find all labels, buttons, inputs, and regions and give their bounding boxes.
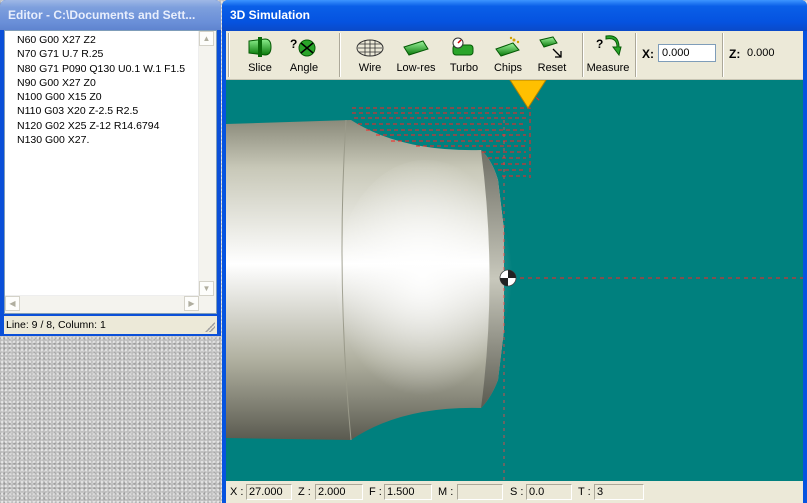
tool-insert-icon [509, 80, 547, 109]
measure-icon: ? [593, 35, 623, 61]
simulation-scene [226, 80, 803, 481]
scroll-up-icon[interactable]: ▲ [199, 31, 214, 46]
status-t-label: T : [578, 486, 591, 498]
toolbar-separator [635, 33, 637, 77]
status-t-value: 3 [594, 484, 644, 500]
reset-icon [537, 35, 567, 61]
simulation-status-bar: X : 27.000 Z : 2.000 F : 1.500 M : S : 0… [226, 481, 803, 503]
horizontal-scrollbar[interactable]: ◀ ▶ [5, 295, 199, 313]
angle-icon: ? [289, 35, 319, 61]
low-res-button[interactable]: Low-res [394, 34, 438, 78]
code-line[interactable]: N120 G02 X25 Z-12 R14.6794 [17, 119, 199, 133]
editor-window: Editor - C:\Documents and Sett... N60 G0… [0, 0, 221, 336]
code-line[interactable]: N130 G00 X27. [17, 133, 199, 147]
slice-button[interactable]: Slice [240, 34, 280, 78]
code-lines[interactable]: N60 G00 X27 Z2 N70 G71 U.7 R.25 N80 G71 P0… [5, 31, 199, 296]
turbo-icon [449, 35, 479, 61]
workpiece [226, 119, 516, 441]
svg-text:?: ? [290, 37, 297, 51]
wire-icon [355, 35, 385, 61]
editor-title[interactable]: Editor - C:\Documents and Sett... [0, 0, 221, 30]
simulation-title[interactable]: 3D Simulation [222, 0, 807, 31]
status-z-value: 2.000 [315, 484, 363, 500]
status-m-value [457, 484, 503, 500]
vertical-scrollbar[interactable]: ▲ ▼ [198, 31, 216, 296]
status-z-label: Z : [298, 486, 311, 498]
scroll-corner [199, 296, 216, 313]
svg-text:?: ? [596, 37, 603, 51]
simulation-viewport[interactable] [226, 80, 803, 481]
editor-status-bar: Line: 9 / 8, Column: 1 [4, 316, 217, 334]
scroll-left-icon[interactable]: ◀ [5, 296, 20, 311]
toolbar-separator [722, 33, 724, 77]
code-line[interactable]: N60 G00 X27 Z2 [17, 33, 199, 47]
z-coord-label: Z: [729, 47, 741, 61]
low-res-icon [401, 35, 431, 61]
status-x-label: X : [230, 486, 244, 498]
z-coord-input[interactable]: 0.000 [743, 44, 799, 62]
code-line[interactable]: N110 G03 X20 Z-2.5 R2.5 [17, 104, 199, 118]
code-line[interactable]: N90 G00 X27 Z0 [17, 76, 199, 90]
x-coord-input[interactable]: 0.000 [658, 44, 716, 62]
status-m-label: M : [438, 486, 454, 498]
status-s-value: 0.0 [526, 484, 572, 500]
origin-marker-icon [499, 269, 517, 287]
scroll-down-icon[interactable]: ▼ [199, 281, 214, 296]
code-line[interactable]: N70 G71 U.7 R.25 [17, 47, 199, 61]
editor-text-area[interactable]: N60 G00 X27 Z2 N70 G71 U.7 R.25 N80 G71 P0… [4, 30, 217, 314]
chips-icon [493, 35, 523, 61]
angle-button[interactable]: ? Angle [284, 34, 324, 78]
simulation-toolbar: Slice ? Angle Wire Low-res Turbo Chips R… [226, 31, 803, 80]
status-s-label: S : [510, 486, 524, 498]
scroll-right-icon[interactable]: ▶ [184, 296, 199, 311]
measure-button[interactable]: ? Measure [586, 34, 630, 78]
x-coord-label: X: [642, 47, 654, 61]
chips-button[interactable]: Chips [488, 34, 528, 78]
status-x-value: 27.000 [246, 484, 292, 500]
status-f-value: 1.500 [384, 484, 432, 500]
resize-grip-icon[interactable] [205, 322, 215, 332]
turbo-button[interactable]: Turbo [444, 34, 484, 78]
code-line[interactable]: N80 G71 P090 Q130 U0.1 W.1 F1.5 [17, 62, 199, 76]
cursor-position: Line: 9 / 8, Column: 1 [6, 319, 106, 331]
toolbar-separator [228, 33, 230, 77]
toolbar-separator [339, 33, 341, 77]
reset-button[interactable]: Reset [532, 34, 572, 78]
simulation-window: 3D Simulation Slice ? Angle Wire Low-res… [222, 0, 807, 503]
toolbar-separator [582, 33, 584, 77]
status-f-label: F : [369, 486, 382, 498]
code-line[interactable]: N100 G00 X15 Z0 [17, 90, 199, 104]
wire-button[interactable]: Wire [350, 34, 390, 78]
slice-icon [245, 35, 275, 61]
